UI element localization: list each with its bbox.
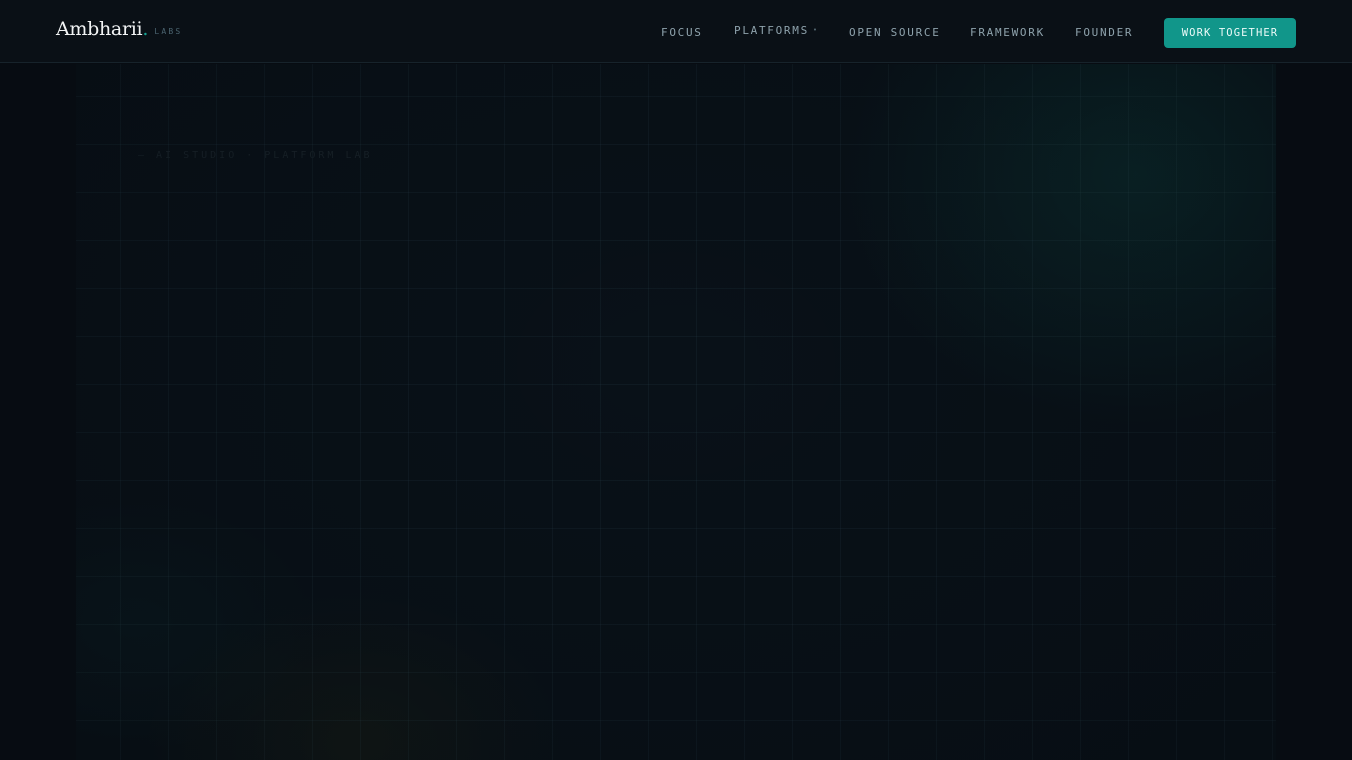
brand-subtitle: LABS bbox=[154, 27, 183, 36]
brand-dot: . bbox=[142, 18, 149, 40]
hero-eyebrow: — AI STUDIO · PLATFORM LAB bbox=[138, 150, 373, 161]
nav-link-open-source[interactable]: OPEN SOURCE bbox=[849, 26, 941, 39]
nav-link-platforms[interactable]: PLATFORMS • bbox=[734, 24, 819, 37]
nav-link-framework[interactable]: FRAMEWORK bbox=[970, 26, 1045, 39]
hero-section: — AI STUDIO · PLATFORM LAB bbox=[76, 64, 1276, 760]
work-together-button[interactable]: WORK TOGETHER bbox=[1164, 18, 1296, 48]
top-navigation-bar: Ambharii. LABS FOCUS PLATFORMS • OPEN SOUR… bbox=[0, 0, 1352, 63]
nav-link-focus[interactable]: FOCUS bbox=[661, 26, 703, 39]
brand-logo[interactable]: Ambharii. LABS bbox=[56, 18, 182, 44]
hero-grid-background bbox=[76, 64, 1276, 760]
dropdown-indicator-icon: • bbox=[812, 26, 819, 34]
nav-link-founder[interactable]: FOUNDER bbox=[1075, 26, 1133, 39]
brand-name: Ambharii bbox=[56, 18, 143, 40]
nav-link-platforms-label: PLATFORMS bbox=[734, 24, 809, 37]
